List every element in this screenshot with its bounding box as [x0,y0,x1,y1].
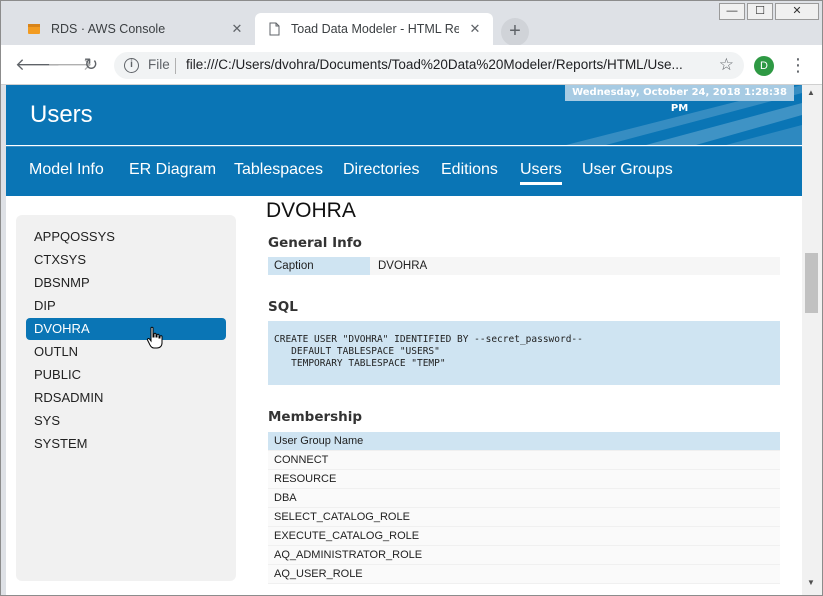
nav-model-info[interactable]: Model Info [29,161,104,179]
nav-editions[interactable]: Editions [441,161,498,179]
nav-directories[interactable]: Directories [343,161,419,179]
table-row: EXECUTE_CATALOG_ROLE [268,527,780,546]
tab-title: RDS · AWS Console [51,22,166,36]
reload-icon[interactable]: ↻ [79,53,103,77]
page-title: Users [30,101,93,128]
scheme-label: File [148,57,170,72]
membership-column-header: User Group Name [268,432,780,451]
table-row: AQ_USER_ROLE [268,565,780,584]
scroll-down-icon[interactable]: ▼ [807,578,815,587]
table-row: DBA [268,489,780,508]
sidebar-item-rdsadmin[interactable]: RDSADMIN [26,387,226,409]
nav-er-diagram[interactable]: ER Diagram [129,161,216,179]
tab-strip: RDS · AWS Console ✕ Toad Data Modeler - … [1,1,822,46]
back-arrow-icon[interactable]: 🡐 [15,53,61,77]
star-icon[interactable]: ☆ [719,55,734,75]
maximize-button[interactable]: ☐ [747,3,773,20]
user-detail: DVOHRA General Info Caption DVOHRA SQL C… [261,195,791,595]
box-icon [28,24,40,34]
vertical-scrollbar[interactable]: ▲ ▼ [802,85,822,595]
new-tab-button[interactable]: + [501,18,529,46]
general-info-row: Caption DVOHRA [268,257,780,275]
membership-table: User Group Name CONNECT RESOURCE DBA SEL… [268,432,780,584]
tab-toad-report[interactable]: Toad Data Modeler - HTML Repc ✕ [255,13,493,45]
browser-toolbar: 🡐 🡒 ↻ i File file:///C:/Users/dvohra/Doc… [1,45,822,85]
sidebar-item-public[interactable]: PUBLIC [26,364,226,386]
forward-arrow-icon[interactable]: 🡒 [47,53,93,77]
sidebar-item-outln[interactable]: OUTLN [26,341,226,363]
minimize-button[interactable]: — [719,3,745,20]
caption-value: DVOHRA [378,260,428,272]
close-tab-icon[interactable]: ✕ [467,21,483,37]
tab-rds-console[interactable]: RDS · AWS Console ✕ [15,13,255,45]
url-text[interactable]: file:///C:/Users/dvohra/Documents/Toad%2… [186,57,706,72]
address-divider [175,58,176,74]
hand-cursor-icon [146,326,163,349]
sidebar-item-dvohra[interactable]: DVOHRA [26,318,226,340]
general-info-heading: General Info [268,235,362,251]
user-title: DVOHRA [266,199,356,222]
close-window-button[interactable]: ✕ [775,3,819,20]
nav-users[interactable]: Users [520,161,562,185]
address-bar[interactable]: i File file:///C:/Users/dvohra/Documents… [114,52,744,79]
sidebar-item-sys[interactable]: SYS [26,410,226,432]
table-row: RESOURCE [268,470,780,489]
report-timestamp: Wednesday, October 24, 2018 1:28:38 PM [565,85,794,114]
table-row: AQ_ADMINISTRATOR_ROLE [268,546,780,565]
info-icon[interactable]: i [124,58,139,73]
profile-avatar[interactable]: D [754,56,774,76]
menu-dots-icon[interactable]: ⋮ [789,54,807,78]
sql-heading: SQL [268,299,298,315]
sidebar-item-dbsnmp[interactable]: DBSNMP [26,272,226,294]
close-tab-icon[interactable]: ✕ [229,21,245,37]
sidebar-item-appqossys[interactable]: APPQOSSYS [26,226,226,248]
report-nav: Model Info ER Diagram Tablespaces Direct… [6,146,802,196]
caption-label: Caption [268,257,370,275]
table-row: SELECT_CATALOG_ROLE [268,508,780,527]
page-banner: Users Wednesday, October 24, 2018 1:28:3… [6,85,802,145]
browser-window: RDS · AWS Console ✕ Toad Data Modeler - … [0,0,823,596]
user-list-sidebar: APPQOSSYS CTXSYS DBSNMP DIP DVOHRA OUTLN… [16,215,236,581]
nav-user-groups[interactable]: User Groups [582,161,673,179]
membership-heading: Membership [268,409,363,425]
tab-title: Toad Data Modeler - HTML Repc [291,22,459,36]
table-row: CONNECT [268,451,780,470]
sidebar-item-ctxsys[interactable]: CTXSYS [26,249,226,271]
sidebar-item-system[interactable]: SYSTEM [26,433,226,455]
nav-tablespaces[interactable]: Tablespaces [234,161,323,179]
sql-code-block: CREATE USER "DVOHRA" IDENTIFIED BY --sec… [268,321,780,385]
page-icon [269,22,280,36]
sidebar-item-dip[interactable]: DIP [26,295,226,317]
scroll-thumb[interactable] [805,253,818,313]
page-viewport: Users Wednesday, October 24, 2018 1:28:3… [6,85,802,595]
scroll-up-icon[interactable]: ▲ [807,88,815,97]
